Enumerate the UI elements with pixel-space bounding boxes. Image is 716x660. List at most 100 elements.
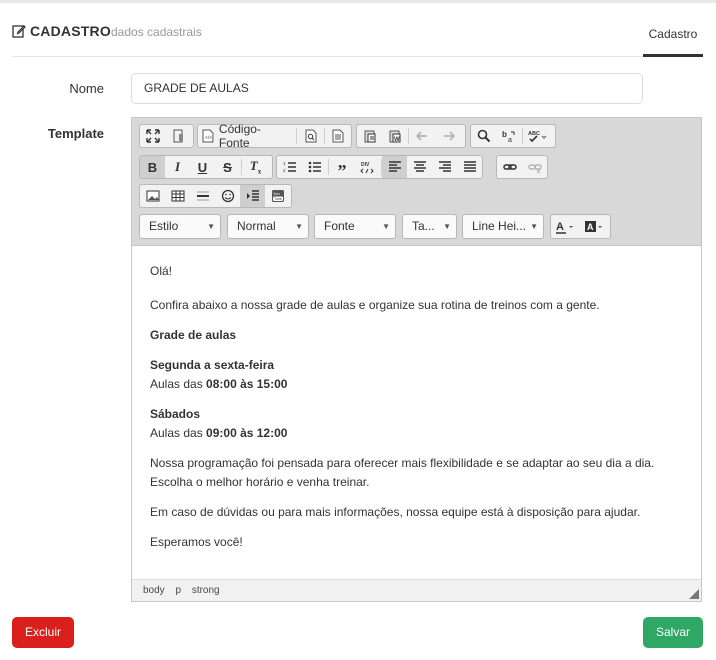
find-icon[interactable] xyxy=(471,125,496,147)
path-item-body[interactable]: body xyxy=(143,585,165,596)
size-combo[interactable]: Ta... ▼ xyxy=(402,214,457,239)
image-icon[interactable] xyxy=(140,185,165,207)
svg-text:A: A xyxy=(556,221,564,233)
toolbar-separator xyxy=(324,128,325,144)
text-color-icon[interactable]: A xyxy=(551,216,580,238)
line-height-combo[interactable]: Line Hei... ▼ xyxy=(462,214,544,239)
show-blocks-icon[interactable] xyxy=(165,125,190,147)
youtube-icon[interactable]: You Tube xyxy=(265,185,290,207)
style-combo-label: Estilo xyxy=(149,219,179,233)
table-icon[interactable] xyxy=(165,185,190,207)
toolbar-group-view xyxy=(139,124,194,148)
remove-format-icon[interactable]: Tx xyxy=(243,156,268,178)
page-title: CADASTRO xyxy=(30,23,111,39)
svg-text:2: 2 xyxy=(283,168,286,173)
maximize-icon[interactable] xyxy=(140,125,165,147)
svg-text:DIV: DIV xyxy=(361,162,370,168)
path-item-p[interactable]: p xyxy=(175,585,181,596)
size-combo-label: Ta... xyxy=(412,219,435,233)
schedule-heading: Grade de aulas xyxy=(150,326,685,345)
weekdays-paragraph: Segunda a sexta-feira Aulas das 08:00 às… xyxy=(150,356,685,394)
link-icon[interactable] xyxy=(497,156,522,178)
toolbar-group-basicstyles: B I U S Tx xyxy=(139,155,273,179)
chevron-down-icon: ▼ xyxy=(295,222,303,231)
font-combo-label: Fonte xyxy=(324,219,355,233)
weekdays-hours: 08:00 às 15:00 xyxy=(206,377,288,391)
format-combo[interactable]: Normal ▼ xyxy=(227,214,309,239)
svg-text:a: a xyxy=(508,137,512,143)
background-color-icon[interactable]: A xyxy=(580,216,609,238)
bold-icon[interactable]: B xyxy=(140,156,165,178)
align-center-icon[interactable] xyxy=(407,156,432,178)
div-icon[interactable]: DIV xyxy=(355,156,380,178)
source-label: Código-Fonte xyxy=(218,122,261,150)
numbered-list-icon[interactable]: 12 xyxy=(277,156,302,178)
tab-cadastro[interactable]: Cadastro xyxy=(643,14,703,57)
weekdays-title: Segunda a sexta-feira xyxy=(150,358,275,372)
chevron-down-icon: ▼ xyxy=(443,222,451,231)
preview-icon[interactable] xyxy=(298,125,323,147)
bulleted-list-icon[interactable] xyxy=(302,156,327,178)
nome-label: Nome xyxy=(69,81,104,96)
toolbar-separator xyxy=(408,128,409,144)
toolbar-group-document: </> Código-Fonte xyxy=(197,122,352,150)
align-right-icon[interactable] xyxy=(432,156,457,178)
save-button[interactable]: Salvar xyxy=(643,617,703,648)
spellcheck-icon[interactable]: ABC xyxy=(524,125,552,147)
svg-text:</>: </> xyxy=(205,135,212,141)
doubts-paragraph: Em caso de dúvidas ou para mais informaç… xyxy=(150,505,641,519)
unlink-icon[interactable] xyxy=(522,156,547,178)
template-label: Template xyxy=(47,126,104,141)
svg-text:Tube: Tube xyxy=(274,197,282,201)
chevron-down-icon: ▼ xyxy=(530,222,538,231)
svg-text:b: b xyxy=(502,130,507,139)
top-border xyxy=(0,0,716,3)
replace-icon[interactable]: ba xyxy=(496,125,521,147)
align-left-icon[interactable] xyxy=(382,156,407,178)
style-combo[interactable]: Estilo ▼ xyxy=(139,214,221,239)
program-line-2: Escolha o melhor horário e venha treinar… xyxy=(150,475,370,489)
undo-icon[interactable] xyxy=(410,125,435,147)
indent-icon[interactable] xyxy=(240,185,265,207)
svg-text:ABC: ABC xyxy=(528,131,540,137)
rich-text-editor: </> Código-Fonte W b a ABC B I U S Tx 1 … xyxy=(131,117,702,602)
saturday-hours: 09:00 às 12:00 xyxy=(206,426,288,440)
toolbar-separator xyxy=(328,159,329,175)
templates-icon[interactable] xyxy=(326,125,351,147)
strikethrough-icon[interactable]: S xyxy=(215,156,240,178)
paste-word-icon[interactable]: W xyxy=(382,125,407,147)
page-header: CADASTRO dados cadastrais Cadastro xyxy=(12,14,703,57)
horizontal-rule-icon[interactable] xyxy=(190,185,215,207)
path-item-strong[interactable]: strong xyxy=(192,585,220,596)
toolbar-separator xyxy=(380,159,381,175)
font-combo[interactable]: Fonte ▼ xyxy=(314,214,396,239)
underline-icon[interactable]: U xyxy=(190,156,215,178)
toolbar-group-insert: You Tube xyxy=(139,184,292,208)
chevron-down-icon: ▼ xyxy=(382,222,390,231)
saturday-paragraph: Sábados Aulas das 09:00 às 12:00 xyxy=(150,405,685,443)
intro-paragraph: Confira abaixo a nossa grade de aulas e … xyxy=(150,298,600,312)
saturday-prefix: Aulas das xyxy=(150,426,203,440)
toolbar-separator xyxy=(522,128,523,144)
resize-handle-icon[interactable] xyxy=(689,589,699,599)
toolbar-group-links xyxy=(496,155,548,179)
editor-content[interactable]: Olá! Confira abaixo a nossa grade de aul… xyxy=(150,262,685,563)
paste-text-icon[interactable] xyxy=(357,125,382,147)
smiley-icon[interactable] xyxy=(215,185,240,207)
edit-icon xyxy=(12,25,26,38)
justify-icon[interactable] xyxy=(457,156,482,178)
program-line-1: Nossa programação foi pensada para ofere… xyxy=(150,456,655,470)
blockquote-icon[interactable]: ” xyxy=(330,156,355,180)
source-button[interactable]: </> Código-Fonte xyxy=(198,122,295,150)
redo-icon[interactable] xyxy=(435,125,460,147)
delete-button[interactable]: Excluir xyxy=(12,617,74,648)
nome-input[interactable]: GRADE DE AULAS xyxy=(131,73,643,104)
svg-text:W: W xyxy=(394,137,400,143)
line-height-combo-label: Line Hei... xyxy=(472,219,527,233)
italic-icon[interactable]: I xyxy=(165,156,190,178)
saturday-title: Sábados xyxy=(150,407,201,421)
svg-text:1: 1 xyxy=(283,161,286,166)
chevron-down-icon: ▼ xyxy=(207,222,215,231)
format-combo-label: Normal xyxy=(237,219,276,233)
schedule-heading-text: Grade de aulas xyxy=(150,328,237,342)
